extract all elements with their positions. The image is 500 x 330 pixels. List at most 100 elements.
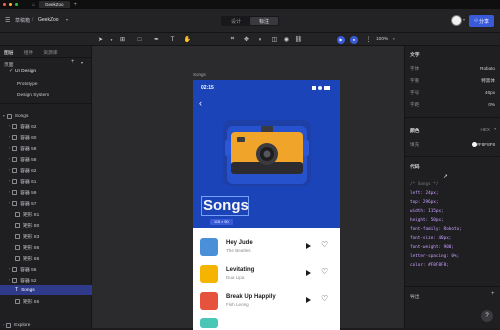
layer-row[interactable]: › 容器 58 [0, 143, 92, 153]
heart-icon[interactable]: ♡ [321, 295, 328, 303]
fill-value[interactable]: #F8F8F8 [476, 142, 495, 147]
minimize-window-dot[interactable] [9, 3, 12, 6]
page-title[interactable]: Songs [203, 197, 249, 214]
divider [405, 117, 500, 118]
layer-label: 容器 60 [20, 135, 37, 141]
play-icon[interactable] [306, 243, 311, 249]
grid-icon[interactable]: ⋮ [364, 35, 373, 44]
layer-label: 容器 62 [20, 124, 37, 130]
frame-label[interactable]: Songs [193, 72, 206, 77]
text-tool-icon[interactable]: T [168, 35, 177, 44]
page-item-ui-design[interactable]: ✓ UI Design [9, 69, 36, 74]
link-icon[interactable]: ⛓ [294, 35, 303, 44]
chevron-down-icon[interactable]: ▾ [107, 35, 116, 44]
back-icon[interactable]: ‹ [199, 98, 202, 108]
song-title: Break Up Happily [226, 294, 276, 300]
frame-icon [6, 113, 12, 119]
layer-row[interactable]: ▾ Songs [0, 111, 92, 121]
maximize-window-dot[interactable] [15, 3, 18, 6]
project-label[interactable]: 草稿箱 [15, 17, 30, 24]
close-window-dot[interactable] [3, 3, 6, 6]
prop-value[interactable]: Roboto [480, 66, 495, 71]
tab-assets[interactable]: 资源库 [43, 49, 57, 56]
file-name[interactable]: GeekZoo [38, 17, 59, 23]
list-item[interactable]: Levitating Dua Lipa ♡ [200, 262, 333, 286]
layer-row[interactable]: 矩形 86 [0, 242, 92, 252]
menu-icon[interactable]: ☰ [5, 17, 10, 24]
mask-icon[interactable]: ◐ [256, 35, 265, 44]
help-button[interactable]: ? [481, 310, 493, 322]
avatar[interactable] [451, 15, 462, 26]
code-line: color: #F8F8F8; [410, 263, 449, 268]
tab-design[interactable]: 设计 [222, 17, 250, 25]
layer-row[interactable]: › 容器 57 [0, 198, 92, 208]
code-section-label: 代码 [410, 165, 420, 170]
comment-icon[interactable]: ● [350, 35, 358, 44]
add-tab-button[interactable]: + [74, 2, 78, 8]
layer-label: Songs [21, 287, 35, 293]
layer-row[interactable]: 矩形 83 [0, 231, 92, 241]
page-item-prototype[interactable]: Prototype [17, 81, 38, 87]
tab-inspect[interactable]: 标注 [250, 17, 279, 25]
divider [405, 286, 500, 287]
share-button[interactable]: ⚇ 分享 [469, 15, 494, 27]
code-line: /* Songs */ [410, 182, 439, 187]
layer-row[interactable]: › 容器 62 [0, 121, 92, 131]
prop-value[interactable]: 特黑体 [481, 78, 495, 84]
hero-section: 02:15 ‹ Songs 115 × 50 [193, 80, 340, 228]
heart-icon[interactable]: ♡ [321, 268, 328, 276]
prop-value[interactable]: 0% [488, 102, 495, 107]
layer-row[interactable]: 矩形 81 [0, 209, 92, 219]
tab-components[interactable]: 组件 [24, 49, 34, 56]
hand-tool-icon[interactable]: ✋ [183, 35, 192, 44]
list-item[interactable]: Break Up Happily Fish Leong ♡ [200, 289, 333, 313]
chevron-down-icon[interactable]: ▾ [81, 60, 83, 65]
layer-row[interactable]: › Explore [0, 320, 92, 330]
crop-icon[interactable]: ⌗ [228, 35, 237, 44]
play-icon[interactable]: ▶ [337, 35, 345, 44]
layer-row-selected[interactable]: T Songs [0, 285, 92, 295]
layer-row[interactable]: 矩形 80 [0, 220, 92, 230]
layer-row[interactable]: › 容器 59 [0, 187, 92, 197]
play-icon[interactable] [306, 270, 311, 276]
add-export-icon[interactable]: + [491, 291, 495, 297]
component-icon[interactable]: ✥ [242, 35, 251, 44]
phone-artboard[interactable]: 02:15 ‹ Songs 115 × 50 Hey Jude The Beat… [193, 80, 340, 330]
code-line: height: 50px; [410, 218, 444, 223]
layer-row[interactable]: › 容器 58 [0, 154, 92, 164]
add-page-icon[interactable]: + [71, 59, 75, 65]
layer-row[interactable]: › 容器 61 [0, 176, 92, 186]
chevron-down-icon[interactable]: ▾ [463, 17, 465, 22]
prop-key: 字体 [410, 66, 420, 71]
fill-icon[interactable]: ◉ [282, 35, 291, 44]
window-tab-geekzoo[interactable]: GeekZoo [39, 1, 70, 8]
boolean-icon[interactable]: ◫ [270, 35, 279, 44]
zoom-level[interactable]: 100% [376, 37, 388, 42]
layer-row[interactable]: 矩形 85 [0, 253, 92, 263]
home-icon[interactable]: ⌂ [32, 2, 35, 8]
frame-tool-icon[interactable]: ⊞ [118, 35, 127, 44]
song-title: Levitating [226, 267, 255, 273]
tab-layers[interactable]: 图层 [4, 49, 14, 56]
pen-tool-icon[interactable]: ✒ [152, 35, 161, 44]
list-item[interactable]: Hey Jude The Beatles ♡ [200, 235, 333, 259]
page-label: Design System [17, 93, 50, 98]
select-tool-icon[interactable]: ➤ [96, 35, 105, 44]
chevron-down-icon[interactable]: ▾ [66, 17, 68, 22]
chevron-down-icon[interactable]: ▾ [393, 37, 395, 41]
shape-tool-icon[interactable]: □ [135, 35, 144, 44]
page-item-design-system[interactable]: Design System [17, 92, 49, 98]
layer-row[interactable]: › 容器 56 [0, 264, 92, 274]
help-icon: ? [485, 313, 489, 319]
play-icon[interactable] [306, 297, 311, 303]
layer-row[interactable]: › 容器 60 [0, 132, 92, 142]
battery-icon [324, 86, 330, 90]
layer-row[interactable]: › 容器 52 [0, 275, 92, 285]
layer-row[interactable]: › 容器 62 [0, 165, 92, 175]
chevron-right-icon: › [9, 146, 11, 150]
color-format[interactable]: HEX [481, 127, 490, 132]
heart-icon[interactable]: ♡ [321, 241, 328, 249]
prop-value[interactable]: 40px [485, 90, 495, 95]
chevron-down-icon[interactable]: ▾ [494, 127, 496, 131]
layer-row[interactable]: 矩形 65 [0, 296, 92, 306]
